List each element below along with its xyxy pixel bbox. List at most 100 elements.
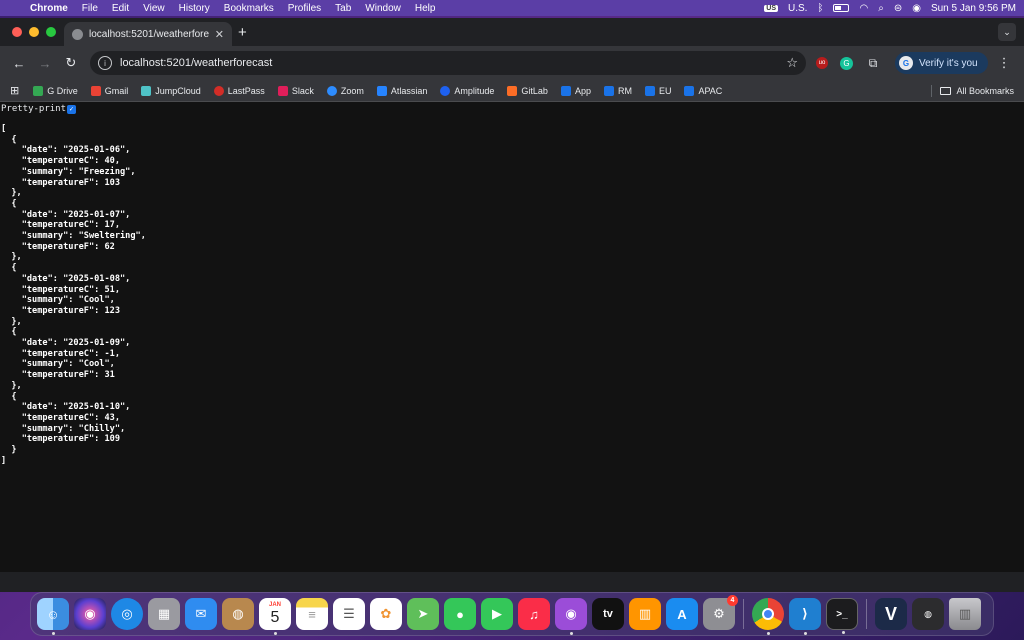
bookmark-app[interactable]: App (560, 85, 591, 96)
siri-icon[interactable]: ◉ (74, 598, 106, 630)
menu-view[interactable]: View (143, 3, 165, 14)
mail-icon[interactable]: ✉ (185, 598, 217, 630)
bookmark-atlassian[interactable]: Atlassian (376, 85, 427, 96)
chrome-window: localhost:5201/weatherforecast ✕ + ⌄ ← →… (0, 18, 1024, 592)
menu-bookmarks[interactable]: Bookmarks (224, 3, 274, 14)
close-tab-icon[interactable]: ✕ (215, 28, 224, 41)
notification-badge: 4 (727, 595, 738, 606)
menu-history[interactable]: History (179, 3, 210, 14)
wifi-icon[interactable]: ◠ (859, 3, 868, 14)
calendar-icon[interactable]: JAN 5 (259, 598, 291, 635)
terminal-icon[interactable]: >_ (826, 598, 858, 634)
messages-icon[interactable]: ● (444, 598, 476, 630)
bookmark-label: LastPass (227, 85, 265, 96)
running-indicator (274, 632, 277, 635)
finder-icon[interactable]: ☺ (37, 598, 69, 635)
new-tab-button[interactable]: + (238, 24, 247, 41)
extensions-puzzle-icon[interactable]: ⧉ (863, 53, 883, 73)
input-source-label[interactable]: U.S. (788, 3, 807, 14)
macos-menu-bar: Chrome File Edit View History Bookmarks … (0, 0, 1024, 16)
rm-icon (603, 85, 614, 96)
address-bar[interactable]: i localhost:5201/weatherforecast ☆ (90, 51, 806, 75)
reminders-icon[interactable]: ☰ (333, 598, 365, 630)
app-store-icon[interactable]: A (666, 598, 698, 630)
apple-tv-icon[interactable]: tv (592, 598, 624, 630)
tab-strip: localhost:5201/weatherforecast ✕ + ⌄ (0, 18, 1024, 46)
input-source-icon[interactable]: US (764, 4, 779, 12)
minimize-window-button[interactable] (29, 27, 39, 37)
tab-weatherforecast[interactable]: localhost:5201/weatherforecast ✕ (64, 22, 232, 46)
menu-clock[interactable]: Sun 5 Jan 9:56 PM (931, 3, 1016, 14)
bookmark-amplitude[interactable]: Amplitude (440, 85, 494, 96)
bookmark-gdrive[interactable]: G Drive (33, 85, 78, 96)
bookmark-eu[interactable]: EU (644, 85, 671, 96)
gitlab-icon (507, 85, 518, 96)
address-url[interactable]: localhost:5201/weatherforecast (120, 57, 786, 69)
facetime-icon[interactable]: ▶ (481, 598, 513, 630)
trash-icon[interactable]: ▥ (949, 598, 981, 630)
apps-grid-icon[interactable]: ⊞ (10, 84, 19, 97)
tab-search-button[interactable]: ⌄ (998, 23, 1016, 41)
control-center-icon[interactable]: ⊜ (894, 3, 902, 14)
menu-edit[interactable]: Edit (112, 3, 129, 14)
app-v-icon[interactable]: V (875, 598, 907, 630)
bookmark-lastpass[interactable]: LastPass (213, 85, 265, 96)
menu-help[interactable]: Help (415, 3, 436, 14)
recent-window-icon[interactable]: ◍ (912, 598, 944, 630)
spotlight-search-icon[interactable]: ⌕ (878, 3, 884, 14)
menu-tab[interactable]: Tab (335, 3, 351, 14)
grammarly-extension-icon[interactable]: G (840, 56, 853, 70)
vscode-icon[interactable]: ⟩ (789, 598, 821, 635)
bookmark-jumpcloud[interactable]: JumpCloud (141, 85, 201, 96)
books-icon[interactable]: ▥ (629, 598, 661, 630)
bookmark-slack[interactable]: Slack (277, 85, 314, 96)
verify-identity-chip[interactable]: G Verify it's you (895, 52, 988, 74)
bookmark-star-icon[interactable]: ☆ (786, 55, 798, 71)
menu-app-name[interactable]: Chrome (30, 3, 68, 14)
bookmark-rm[interactable]: RM (603, 85, 632, 96)
bluetooth-icon[interactable]: ᛒ (817, 3, 823, 14)
pretty-print-checkbox[interactable]: ✓ (67, 104, 77, 114)
maximize-window-button[interactable] (46, 27, 56, 37)
forward-button[interactable]: → (34, 52, 56, 74)
gdrive-icon (33, 85, 44, 96)
safari-icon[interactable]: ◎ (111, 598, 143, 630)
dock-divider (743, 599, 744, 629)
contacts-icon[interactable]: ◍ (222, 598, 254, 630)
bookmark-gmail[interactable]: Gmail (90, 85, 128, 96)
music-icon[interactable]: ♫ (518, 598, 550, 630)
zoom-icon (326, 85, 337, 96)
pretty-print-toggle[interactable]: Pretty-print ✓ (0, 102, 1024, 116)
chrome-menu-icon[interactable]: ⋮ (998, 55, 1011, 71)
chrome-icon[interactable] (752, 598, 784, 635)
back-button[interactable]: ← (8, 52, 30, 74)
podcasts-icon[interactable]: ◉ (555, 598, 587, 635)
slack-icon (277, 85, 288, 96)
close-window-button[interactable] (12, 27, 22, 37)
photos-icon[interactable]: ✿ (370, 598, 402, 630)
menu-file[interactable]: File (82, 3, 98, 14)
battery-icon[interactable] (833, 4, 850, 12)
folder-icon (940, 86, 952, 95)
bookmark-label: G Drive (47, 85, 78, 96)
ublock-extension-icon[interactable]: uo (816, 57, 828, 69)
browser-toolbar: ← → ↻ i localhost:5201/weatherforecast ☆… (0, 46, 1024, 80)
siri-menu-icon[interactable]: ◉ (912, 3, 921, 14)
bookmark-zoom[interactable]: Zoom (326, 85, 364, 96)
menu-window[interactable]: Window (365, 3, 401, 14)
launchpad-icon[interactable]: ▦ (148, 598, 180, 630)
bookmarks-bar: ⊞ G Drive Gmail JumpCloud LastPass Slack… (0, 80, 1024, 102)
maps-icon[interactable]: ➤ (407, 598, 439, 630)
bookmark-apac[interactable]: APAC (684, 85, 722, 96)
site-info-icon[interactable]: i (98, 56, 112, 70)
running-indicator (52, 632, 55, 635)
menu-profiles[interactable]: Profiles (288, 3, 321, 14)
bookmark-gitlab[interactable]: GitLab (507, 85, 548, 96)
page-content: Pretty-print ✓ [ { "date": "2025-01-06",… (0, 102, 1024, 572)
running-indicator (767, 632, 770, 635)
calendar-day: 5 (270, 608, 280, 626)
notes-icon[interactable]: ≡ (296, 598, 328, 630)
system-settings-icon[interactable]: ⚙ 4 (703, 595, 738, 630)
reload-button[interactable]: ↻ (60, 52, 82, 74)
all-bookmarks-button[interactable]: All Bookmarks (931, 84, 1014, 97)
